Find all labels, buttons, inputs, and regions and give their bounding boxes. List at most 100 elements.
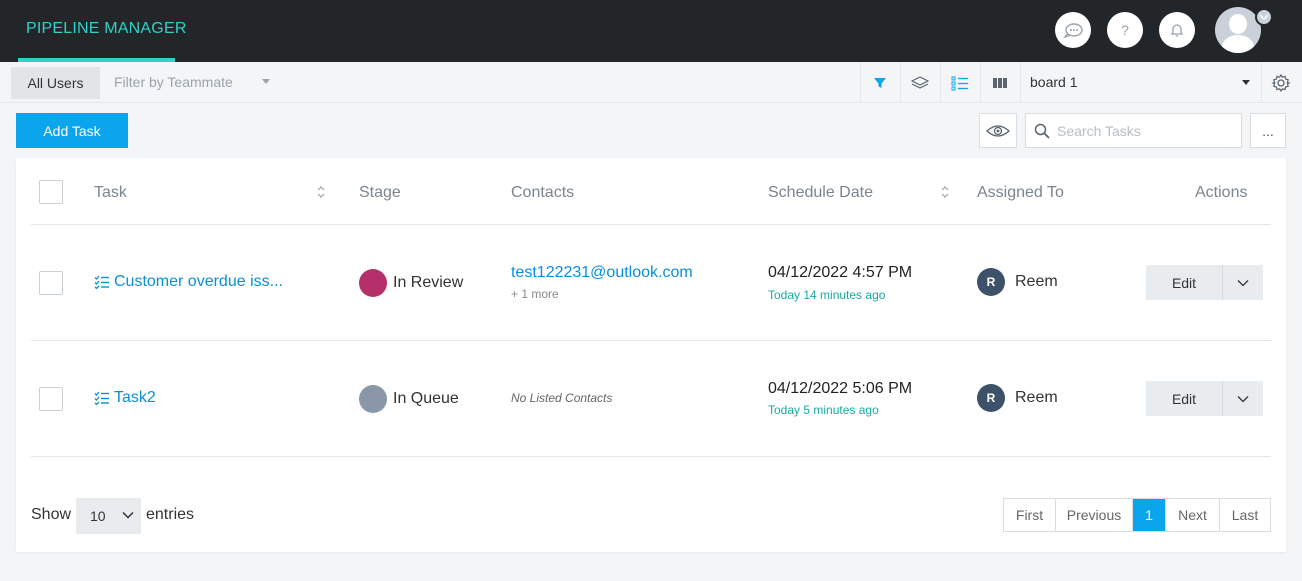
- divider: [1261, 62, 1262, 103]
- top-bar: PIPELINE MANAGER ?: [0, 0, 1302, 62]
- stage-color-dot: [359, 385, 387, 413]
- visibility-button[interactable]: [979, 113, 1017, 148]
- filter-icon: [874, 78, 886, 88]
- settings-icon: [1271, 73, 1291, 93]
- notifications-button[interactable]: [1159, 12, 1195, 48]
- chevron-down-icon: [1237, 279, 1249, 286]
- row-actions-dropdown[interactable]: [1223, 381, 1263, 416]
- row-actions: Edit: [1146, 265, 1263, 300]
- chevron-down-icon: [1237, 395, 1249, 402]
- chevron-down-icon: [122, 511, 134, 519]
- pagination-page-current[interactable]: 1: [1133, 499, 1166, 531]
- row-checkbox[interactable]: [39, 387, 63, 411]
- divider: [980, 62, 981, 103]
- pagination-previous[interactable]: Previous: [1056, 499, 1133, 531]
- assignee-name: Reem: [1015, 273, 1058, 290]
- assignee-cell: R Reem: [977, 268, 1058, 296]
- tab-all-users[interactable]: All Users: [11, 67, 100, 99]
- pagination-first[interactable]: First: [1004, 499, 1056, 531]
- edit-button[interactable]: Edit: [1146, 265, 1223, 300]
- column-header-stage: Stage: [359, 184, 401, 201]
- avatar: R: [977, 384, 1005, 412]
- row-actions-dropdown[interactable]: [1223, 265, 1263, 300]
- no-contacts-text: No Listed Contacts: [511, 391, 613, 405]
- assignee-name: Reem: [1015, 389, 1058, 406]
- entries-value: 10: [90, 508, 106, 524]
- entries-label: entries: [146, 506, 195, 523]
- contact-email-link[interactable]: test122231@outlook.com: [511, 264, 693, 282]
- stage-label: In Review: [393, 274, 464, 291]
- divider: [940, 62, 941, 103]
- settings-button[interactable]: [1271, 73, 1291, 93]
- checklist-icon: [94, 391, 109, 405]
- show-label: Show: [31, 506, 72, 523]
- layers-icon: [911, 76, 929, 89]
- row-actions: Edit: [1146, 381, 1263, 416]
- board-view-button[interactable]: [990, 73, 1010, 93]
- help-button[interactable]: ?: [1107, 12, 1143, 48]
- task-name: Customer overdue iss...: [114, 273, 283, 290]
- task-name: Task2: [114, 389, 156, 406]
- task-link[interactable]: Customer overdue iss...: [94, 273, 283, 291]
- list-view-button[interactable]: [950, 73, 970, 93]
- add-task-button[interactable]: Add Task: [16, 113, 128, 148]
- stage-cell: In Review: [359, 269, 463, 297]
- schedule-relative-time: Today 5 minutes ago: [768, 403, 879, 417]
- chevron-down-icon: [1259, 14, 1269, 20]
- search-icon: [1034, 123, 1050, 139]
- checklist-icon: [94, 275, 109, 289]
- app-title[interactable]: PIPELINE MANAGER: [26, 20, 187, 38]
- edit-button[interactable]: Edit: [1146, 381, 1223, 416]
- toolbar: All Users Filter by Teammate board 1: [0, 62, 1302, 103]
- filter-button[interactable]: [870, 73, 890, 93]
- stage-cell: In Queue: [359, 385, 459, 413]
- stage-label: In Queue: [393, 390, 459, 407]
- eye-icon: [986, 124, 1010, 137]
- sort-icon[interactable]: [316, 185, 326, 199]
- divider: [900, 62, 901, 103]
- row-checkbox[interactable]: [39, 271, 63, 295]
- user-avatar[interactable]: [1215, 7, 1261, 53]
- schedule-date: 04/12/2022 5:06 PM: [768, 380, 913, 397]
- stage-color-dot: [359, 269, 387, 297]
- avatar-head-shape: [1229, 14, 1247, 34]
- layers-button[interactable]: [910, 73, 930, 93]
- column-header-contacts: Contacts: [511, 184, 575, 201]
- search-placeholder: Search Tasks: [1057, 123, 1141, 139]
- ellipsis-icon: ...: [1262, 122, 1274, 139]
- chevron-down-icon[interactable]: [262, 79, 270, 84]
- more-options-button[interactable]: ...: [1250, 113, 1286, 148]
- column-header-assigned-to: Assigned To: [977, 184, 1064, 201]
- pagination: First Previous 1 Next Last: [1003, 498, 1271, 532]
- divider: [31, 456, 1271, 457]
- contacts-more-link[interactable]: + 1 more: [511, 287, 559, 301]
- sort-icon[interactable]: [940, 185, 950, 199]
- column-header-schedule-date[interactable]: Schedule Date: [768, 184, 873, 202]
- board-view-icon: [993, 78, 1007, 88]
- bell-icon: [1170, 24, 1184, 37]
- help-icon: ?: [1121, 22, 1129, 38]
- pagination-last[interactable]: Last: [1220, 499, 1270, 531]
- avatar: R: [977, 268, 1005, 296]
- task-link[interactable]: Task2: [94, 389, 156, 407]
- divider: [31, 224, 1271, 225]
- divider: [860, 62, 861, 103]
- schedule-date: 04/12/2022 4:57 PM: [768, 264, 913, 281]
- divider: [1020, 62, 1021, 103]
- column-header-task[interactable]: Task: [94, 184, 127, 202]
- pagination-next[interactable]: Next: [1166, 499, 1220, 531]
- board-select[interactable]: board 1: [1030, 74, 1077, 90]
- user-menu-toggle[interactable]: [1255, 8, 1273, 26]
- select-all-checkbox[interactable]: [39, 180, 63, 204]
- assignee-cell: R Reem: [977, 384, 1058, 412]
- list-view-icon: [951, 76, 968, 91]
- avatar-body-shape: [1222, 35, 1254, 53]
- chat-icon: [1063, 23, 1083, 39]
- chevron-down-icon[interactable]: [1242, 80, 1250, 85]
- chat-button[interactable]: [1055, 12, 1091, 48]
- entries-per-page-select[interactable]: 10: [76, 498, 141, 534]
- tasks-table-card: Task Stage Contacts Schedule Date Assign…: [16, 158, 1286, 552]
- search-input[interactable]: Search Tasks: [1025, 113, 1242, 148]
- column-header-actions: Actions: [1195, 184, 1248, 201]
- filter-teammate-select[interactable]: Filter by Teammate: [114, 74, 233, 90]
